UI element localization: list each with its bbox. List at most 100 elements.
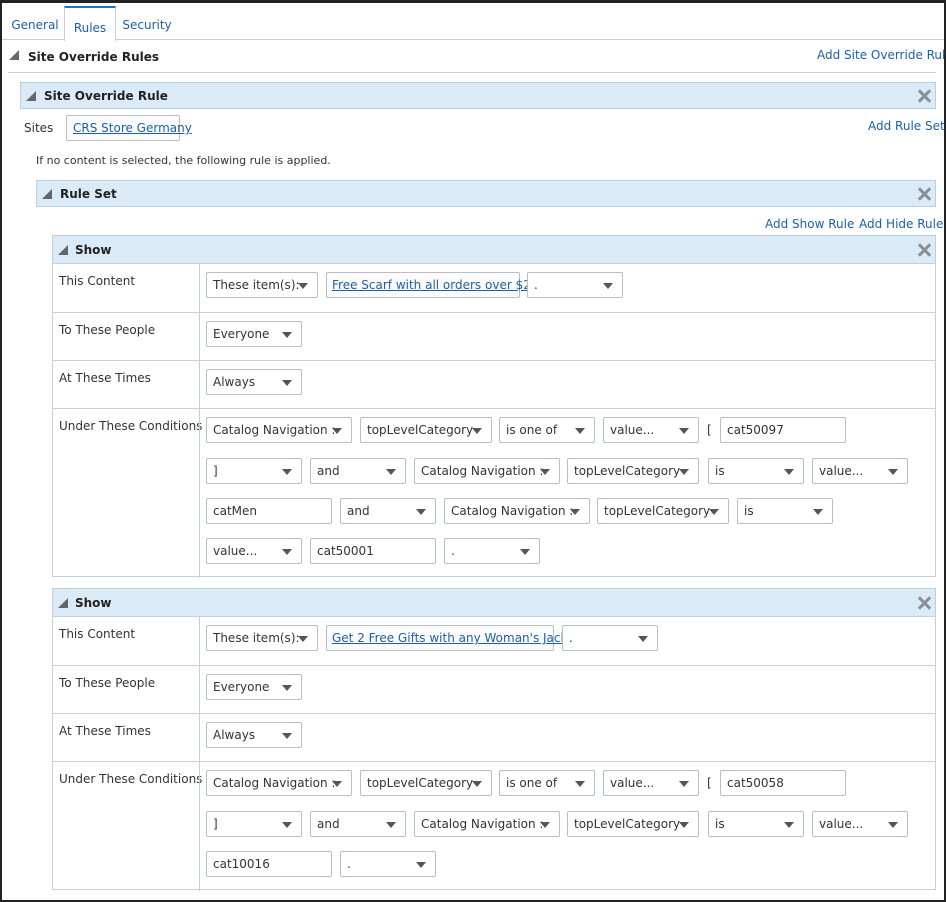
condition-value-select[interactable]: value... bbox=[812, 458, 908, 484]
select-value: and bbox=[347, 504, 370, 518]
close-icon[interactable] bbox=[917, 243, 931, 257]
tab-security[interactable]: Security bbox=[116, 3, 178, 39]
row-label: Under These Conditions bbox=[59, 772, 203, 786]
condition-operator-select[interactable]: is one of bbox=[499, 417, 595, 443]
divider bbox=[199, 762, 200, 891]
select-value: value... bbox=[610, 776, 655, 790]
condition-property-select[interactable]: topLevelCategory bbox=[567, 458, 699, 484]
select-value: and bbox=[317, 817, 340, 831]
people-select[interactable]: Everyone bbox=[206, 674, 302, 700]
rule-set-header: Rule Set bbox=[36, 180, 936, 207]
chevron-down-icon bbox=[472, 781, 482, 787]
add-show-rule-link[interactable]: Add Show Rule bbox=[765, 217, 854, 231]
condition-property-select[interactable]: topLevelCategory bbox=[597, 498, 729, 524]
chevron-down-icon bbox=[416, 509, 426, 515]
condition-source-select[interactable]: Catalog Navigation : bbox=[414, 811, 560, 837]
collapse-triangle-icon[interactable] bbox=[26, 91, 36, 101]
condition-source-select[interactable]: Catalog Navigation : bbox=[414, 458, 560, 484]
tab-general[interactable]: General bbox=[6, 3, 64, 39]
chevron-down-icon bbox=[813, 509, 823, 515]
condition-operator-select[interactable]: is one of bbox=[499, 770, 595, 796]
content-link-text: Free Scarf with all orders over $200 bbox=[332, 278, 547, 292]
chevron-down-icon bbox=[679, 781, 689, 787]
row-label: At These Times bbox=[59, 371, 151, 385]
condition-end-select[interactable]: . bbox=[444, 538, 540, 564]
chevron-down-icon bbox=[416, 862, 426, 868]
collapse-triangle-icon[interactable] bbox=[42, 189, 52, 199]
select-value: . bbox=[534, 278, 538, 292]
chevron-down-icon bbox=[282, 822, 292, 828]
add-site-override-rule-link[interactable]: Add Site Override Rule bbox=[817, 48, 946, 62]
condition-source-select[interactable]: Catalog Navigation : bbox=[206, 417, 352, 443]
divider bbox=[199, 264, 200, 312]
select-value: Catalog Navigation : bbox=[213, 423, 336, 437]
chevron-down-icon bbox=[540, 822, 550, 828]
condition-source-select[interactable]: Catalog Navigation : bbox=[206, 770, 352, 796]
close-bracket-select[interactable]: ] bbox=[206, 458, 302, 484]
close-icon[interactable] bbox=[917, 89, 931, 103]
divider bbox=[199, 313, 200, 360]
select-value: Catalog Navigation : bbox=[421, 817, 544, 831]
condition-operator-select[interactable]: is bbox=[708, 811, 804, 837]
condition-source-select[interactable]: Catalog Navigation : bbox=[444, 498, 590, 524]
close-icon[interactable] bbox=[917, 596, 931, 610]
condition-value-input[interactable]: cat50001 bbox=[310, 538, 436, 564]
chevron-down-icon bbox=[282, 685, 292, 691]
people-select[interactable]: Everyone bbox=[206, 321, 302, 347]
divider bbox=[8, 72, 936, 73]
conjunction-select[interactable]: and bbox=[340, 498, 436, 524]
select-value: is one of bbox=[506, 423, 558, 437]
collapse-triangle-icon[interactable] bbox=[58, 245, 68, 255]
site-selector[interactable]: CRS Store Germany bbox=[66, 115, 192, 141]
content-end-select[interactable]: . bbox=[527, 272, 623, 298]
condition-value-select[interactable]: value... bbox=[603, 417, 699, 443]
add-hide-rule-link[interactable]: Add Hide Rule bbox=[859, 217, 943, 231]
condition-value-input[interactable]: cat10016 bbox=[206, 851, 332, 877]
rule-row-content: This Content These item(s): Get 2 Free G… bbox=[53, 617, 935, 665]
tab-rules[interactable]: Rules bbox=[64, 6, 116, 41]
content-item-link[interactable]: Free Scarf with all orders over $200 bbox=[326, 272, 546, 298]
condition-value-select[interactable]: value... bbox=[206, 538, 302, 564]
times-select[interactable]: Always bbox=[206, 722, 302, 748]
collapse-triangle-icon[interactable] bbox=[58, 598, 68, 608]
select-value: These item(s): bbox=[213, 278, 300, 292]
rule-row-times: At These Times Always bbox=[53, 713, 935, 761]
show-rule-body: This Content These item(s): Free Scarf w… bbox=[52, 263, 936, 578]
condition-operator-select[interactable]: is bbox=[737, 498, 833, 524]
condition-value-select[interactable]: value... bbox=[603, 770, 699, 796]
collapse-triangle-icon[interactable] bbox=[9, 50, 19, 60]
select-value: Catalog Navigation : bbox=[421, 464, 544, 478]
chevron-down-icon bbox=[298, 636, 308, 642]
select-value: value... bbox=[610, 423, 655, 437]
close-icon[interactable] bbox=[917, 187, 931, 201]
conjunction-select[interactable]: and bbox=[310, 811, 406, 837]
chevron-down-icon bbox=[332, 781, 342, 787]
content-type-select[interactable]: These item(s): bbox=[206, 625, 318, 651]
show-rule-title: Show bbox=[75, 596, 112, 610]
times-select[interactable]: Always bbox=[206, 369, 302, 395]
condition-property-select[interactable]: topLevelCategory bbox=[360, 417, 492, 443]
content-type-select[interactable]: These item(s): bbox=[206, 272, 318, 298]
chevron-down-icon bbox=[282, 332, 292, 338]
condition-value-input[interactable]: cat50097 bbox=[720, 417, 846, 443]
condition-value-input[interactable]: cat50058 bbox=[720, 770, 846, 796]
condition-property-select[interactable]: topLevelCategory bbox=[360, 770, 492, 796]
content-item-link[interactable]: Get 2 Free Gifts with any Woman's Jacket bbox=[326, 625, 579, 651]
input-value: cat50097 bbox=[727, 423, 784, 437]
condition-operator-select[interactable]: is bbox=[708, 458, 804, 484]
rule-row-people: To These People Everyone bbox=[53, 665, 935, 713]
chevron-down-icon bbox=[888, 822, 898, 828]
condition-end-select[interactable]: . bbox=[340, 851, 436, 877]
condition-value-input[interactable]: catMen bbox=[206, 498, 332, 524]
condition-property-select[interactable]: topLevelCategory bbox=[567, 811, 699, 837]
add-rule-set-link[interactable]: Add Rule Set bbox=[868, 119, 945, 133]
chevron-down-icon bbox=[603, 283, 613, 289]
site-override-rule-title: Site Override Rule bbox=[44, 89, 168, 103]
conjunction-select[interactable]: and bbox=[310, 458, 406, 484]
content-end-select[interactable]: . bbox=[562, 625, 658, 651]
site-override-rule-header: Site Override Rule bbox=[20, 82, 936, 109]
condition-value-select[interactable]: value... bbox=[812, 811, 908, 837]
select-value: is bbox=[715, 817, 725, 831]
divider bbox=[199, 361, 200, 408]
close-bracket-select[interactable]: ] bbox=[206, 811, 302, 837]
